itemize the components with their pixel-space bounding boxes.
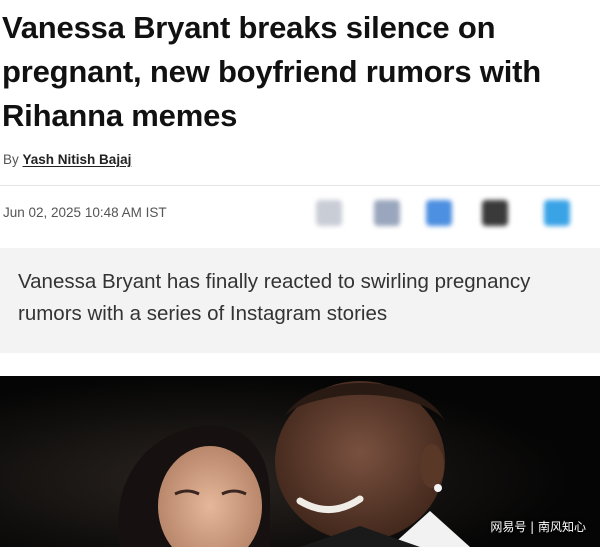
- share-icon-1[interactable]: [316, 200, 342, 226]
- hero-image[interactable]: 网易号 | 南风知心: [0, 376, 600, 547]
- byline: By Yash Nitish Bajaj: [3, 152, 131, 167]
- watermark: 网易号 | 南风知心: [490, 520, 586, 534]
- article-headline: Vanessa Bryant breaks silence on pregnan…: [2, 10, 541, 133]
- article-summary: Vanessa Bryant has finally reacted to sw…: [18, 270, 531, 325]
- author-link[interactable]: Yash Nitish Bajaj: [23, 152, 132, 167]
- publish-date: Jun 02, 2025 10:48 AM IST: [3, 205, 167, 220]
- divider: [0, 185, 600, 186]
- summary-box: Vanessa Bryant has finally reacted to sw…: [0, 248, 600, 353]
- share-bar: [310, 196, 590, 232]
- share-icon-5[interactable]: [544, 200, 570, 226]
- share-icon-3[interactable]: [426, 200, 452, 226]
- byline-prefix: By: [3, 152, 19, 167]
- share-icon-4[interactable]: [482, 200, 508, 226]
- share-icon-2[interactable]: [374, 200, 400, 226]
